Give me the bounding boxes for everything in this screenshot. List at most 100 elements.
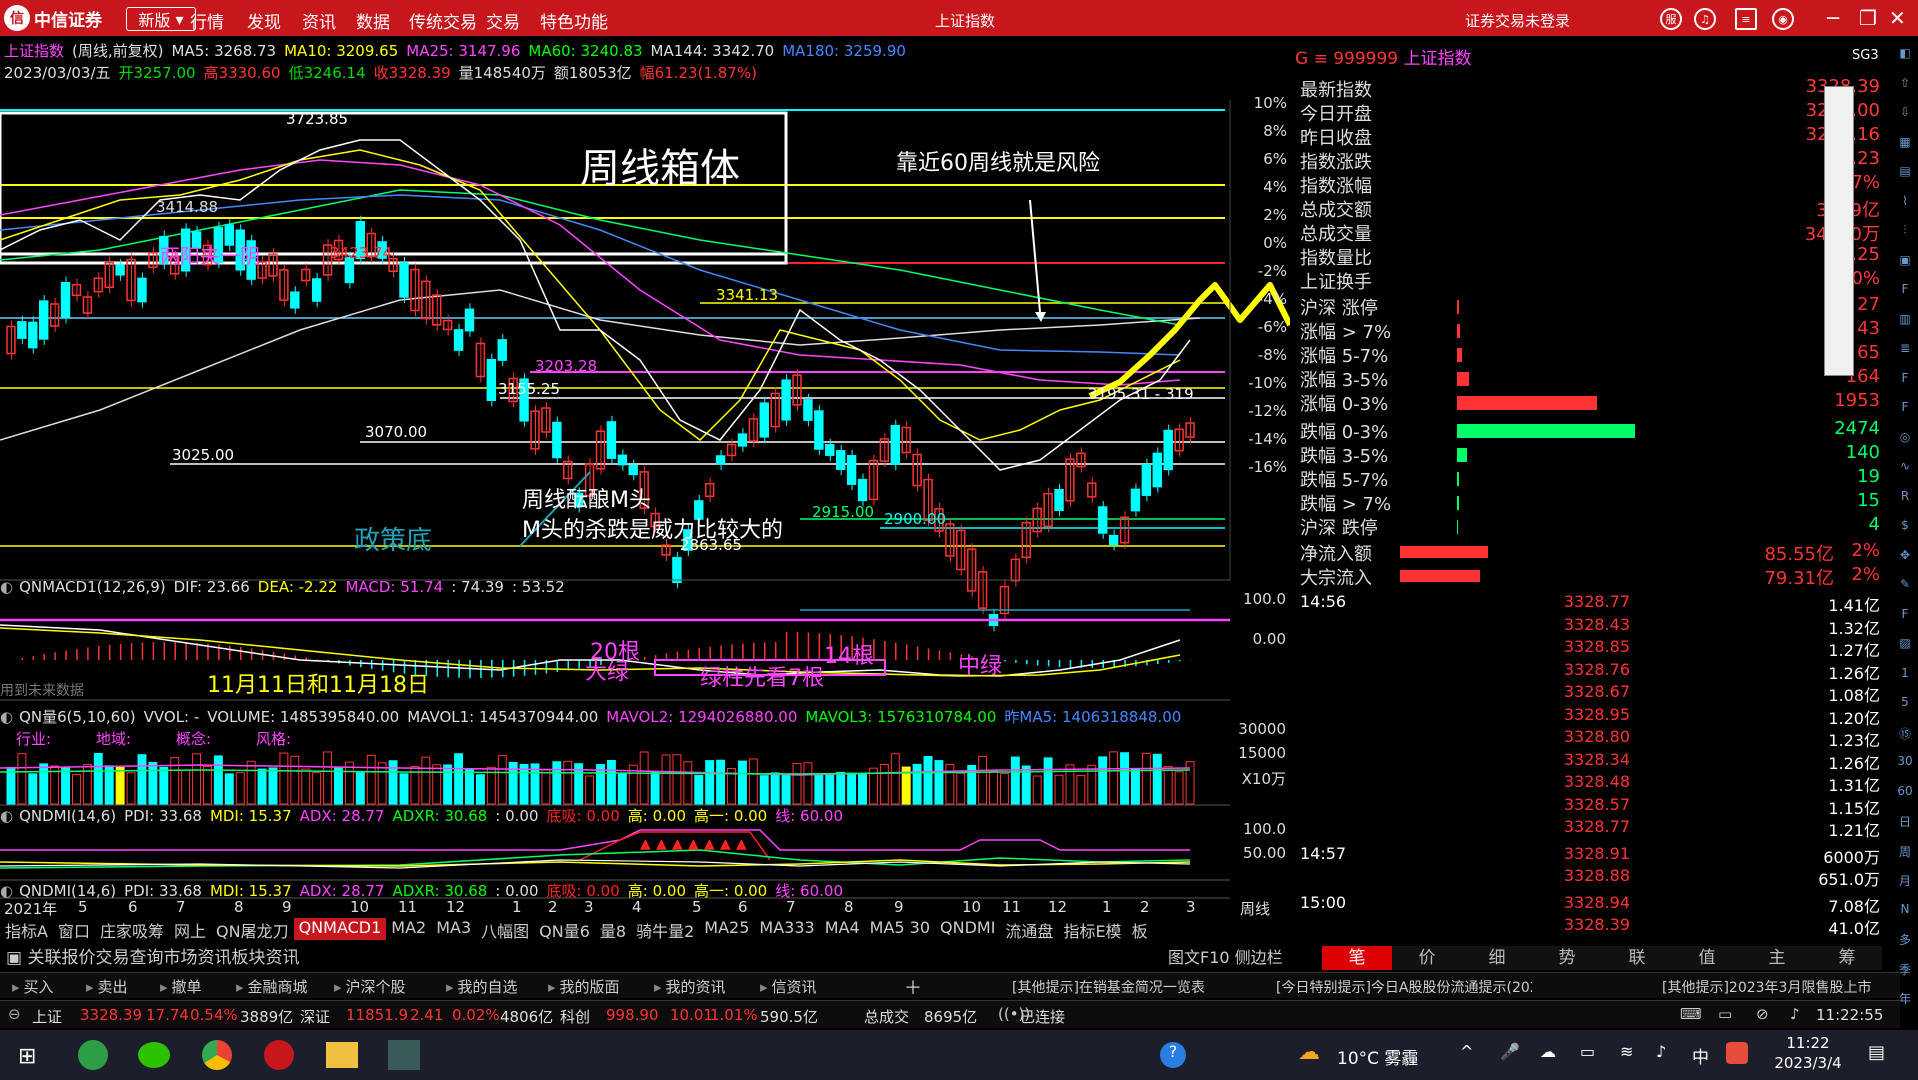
tray-chevron-icon[interactable]: ^ [1460, 1042, 1473, 1061]
indicator-tab[interactable]: MA25 [699, 918, 754, 940]
toolbar-4[interactable]: ▸ 沪深个股 [334, 976, 406, 997]
f10-icon[interactable]: F [1895, 282, 1915, 302]
collapse-icon[interactable]: ◐ [0, 807, 13, 825]
new-version-dropdown[interactable]: 新版 ▾ [126, 7, 196, 31]
menu-0[interactable]: 行情 [190, 8, 224, 33]
menu-6[interactable]: 特色功能 [540, 8, 608, 33]
status-menu-icon[interactable]: ⊖ [8, 1005, 21, 1023]
toolbar-0[interactable]: ▸ 买入 [12, 976, 54, 997]
indicator-tab[interactable]: 庄家吸筹 [95, 918, 169, 940]
stack-icon[interactable]: ≣ [1895, 341, 1915, 361]
help-icon[interactable]: ? [1160, 1042, 1186, 1068]
f2-icon[interactable]: F [1895, 371, 1915, 391]
table-icon[interactable]: ▤ [1895, 164, 1915, 184]
ticker-msg[interactable]: [其他提示]2023年3月限售股上市 [1662, 977, 1871, 997]
coin-icon[interactable]: $ [1895, 518, 1915, 538]
wechat-icon[interactable] [138, 1042, 170, 1068]
menu-1[interactable]: 发现 [247, 8, 281, 33]
calendar-icon[interactable]: ▥ [1895, 312, 1915, 332]
week-icon[interactable]: 周 [1895, 843, 1915, 863]
move-icon[interactable]: ✥ [1895, 548, 1915, 568]
multi-icon[interactable]: 多 [1895, 931, 1915, 951]
mute-icon[interactable]: ⊘ [1756, 1005, 1769, 1023]
indicator-tab[interactable]: 指标E模 [1058, 918, 1126, 940]
app-thumbnail-icon[interactable] [388, 1040, 420, 1070]
robot-icon[interactable]: ◉ [1772, 8, 1794, 30]
toolbar-8[interactable]: ▸ 信资讯 [760, 976, 817, 997]
iqiyi-icon[interactable] [78, 1040, 108, 1070]
detail-tab[interactable]: 值 [1672, 946, 1742, 970]
indicator-tab[interactable]: QN屠龙刀 [211, 918, 294, 940]
wave-icon[interactable]: ∿ [1895, 459, 1915, 479]
service-icon[interactable]: 服 [1660, 8, 1682, 30]
headset-icon[interactable]: ♫ [1694, 8, 1716, 30]
toolbar-7[interactable]: ▸ 我的资讯 [654, 976, 726, 997]
indicator-tab[interactable]: MA3 [431, 918, 476, 940]
close-icon[interactable]: ✕ [1889, 6, 1906, 30]
list-icon[interactable]: ◧ [1895, 46, 1915, 66]
period-label[interactable]: 周线 [1240, 898, 1270, 919]
rsi-icon[interactable]: R [1895, 489, 1915, 509]
up-icon[interactable]: ⇧ [1895, 76, 1915, 96]
toolbar-5[interactable]: ▸ 我的自选 [446, 976, 518, 997]
wifi-icon[interactable]: ≋ [1620, 1042, 1633, 1061]
weather-text[interactable]: 10°C 雾霾 [1337, 1044, 1418, 1069]
toolbar-3[interactable]: ▸ 金融商城 [236, 976, 308, 997]
ticker-msg[interactable]: [其他提示]在销基金简况一览表 [1012, 977, 1205, 997]
clock-time[interactable]: 11:22 [1768, 1034, 1848, 1052]
indicator-tab[interactable]: MA2 [386, 918, 431, 940]
toolbar-2[interactable]: ▸ 撤单 [160, 976, 202, 997]
day-icon[interactable]: 日 [1895, 813, 1915, 833]
doc-icon[interactable]: ▣ [1895, 253, 1915, 273]
n-icon[interactable]: N [1895, 902, 1915, 922]
cloud-icon[interactable]: ☁ [1540, 1042, 1556, 1061]
day30-icon[interactable]: 30 [1895, 754, 1915, 774]
detail-tab[interactable]: 细 [1462, 946, 1532, 970]
down-icon[interactable]: ⇩ [1895, 105, 1915, 125]
volume-icon[interactable]: ♪ [1656, 1042, 1666, 1061]
notification-icon[interactable]: ▤ [1868, 1042, 1885, 1063]
clock-date[interactable]: 2023/3/4 [1768, 1054, 1848, 1072]
indicator-tab[interactable]: QN量6 [534, 918, 595, 940]
add-icon[interactable]: ＋ [904, 974, 922, 1000]
ime-indicator[interactable]: 中 [1692, 1043, 1709, 1068]
f5-icon[interactable]: F [1895, 607, 1915, 627]
month-icon[interactable]: 月 [1895, 872, 1915, 892]
windows-start-icon[interactable]: ⊞ [18, 1044, 36, 1069]
sogou-icon[interactable] [1726, 1042, 1748, 1064]
photo-icon[interactable]: ▨ [1895, 636, 1915, 656]
minimize-icon[interactable]: ─ [1827, 6, 1839, 30]
toolbar-1[interactable]: ▸ 卖出 [86, 976, 128, 997]
menu-4[interactable]: 传统交易 [409, 8, 477, 33]
indicator-tab[interactable]: 窗口 [53, 918, 95, 940]
indicator-tab[interactable]: 板 [1127, 918, 1153, 940]
indicator-tab[interactable]: 八幅图 [476, 918, 534, 940]
pen-icon[interactable]: ✎ [1895, 577, 1915, 597]
battery-icon[interactable]: ▭ [1580, 1042, 1595, 1061]
detail-tab[interactable]: 势 [1532, 946, 1602, 970]
day5-icon[interactable]: 5 [1895, 695, 1915, 715]
collapse-icon[interactable]: ◐ [0, 708, 13, 726]
chrome-icon[interactable] [202, 1040, 232, 1070]
indicator-tab[interactable]: 网上 [169, 918, 211, 940]
detail-tab[interactable]: 价 [1392, 946, 1462, 970]
indicator-tab[interactable]: 量8 [595, 918, 631, 940]
mic-icon[interactable]: 🎤 [1500, 1042, 1520, 1061]
indicator-tab[interactable]: MA5 30 [865, 918, 935, 940]
menu-3[interactable]: 数据 [356, 8, 390, 33]
detail-tab[interactable]: 笔 [1322, 946, 1392, 970]
indicator-tab[interactable]: MA333 [754, 918, 819, 940]
ticker-msg[interactable]: [今日特别提示]今日A股股份流通提示(2023.03.03) [1276, 977, 1532, 997]
menu-2[interactable]: 资讯 [302, 8, 336, 33]
candle-icon[interactable]: ⫶ [1895, 223, 1915, 243]
indicator-tab[interactable]: 骑牛量2 [631, 918, 699, 940]
keyboard-icon[interactable]: ⌨ [1680, 1005, 1702, 1023]
f2b-icon[interactable]: F [1895, 400, 1915, 420]
collapse-icon[interactable]: ◐ [0, 578, 13, 596]
ring-icon[interactable]: ◎ [1895, 430, 1915, 450]
drawing-toolbar[interactable] [1824, 86, 1854, 376]
menu-5[interactable]: 交易 [486, 8, 520, 33]
detail-tab[interactable]: 联 [1602, 946, 1672, 970]
indicator-tab[interactable]: QNMACD1 [293, 918, 387, 940]
detail-tab[interactable]: 筹 [1812, 946, 1882, 970]
